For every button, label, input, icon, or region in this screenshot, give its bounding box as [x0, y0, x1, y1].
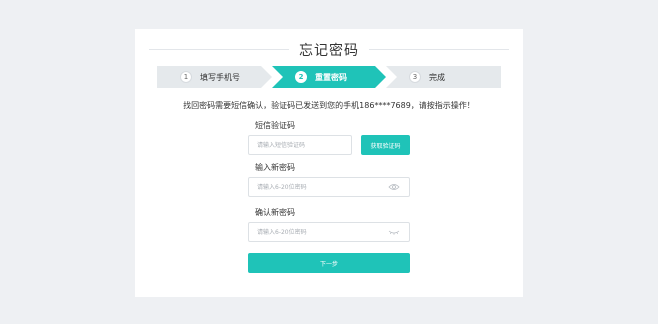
sms-code-input[interactable] [248, 135, 352, 155]
eye-closed-icon[interactable] [388, 228, 400, 236]
step-1-label: 填写手机号 [200, 72, 240, 82]
sms-code-label: 短信验证码 [255, 121, 295, 130]
step-2: 2 重置密码 [272, 66, 386, 88]
step-3: 3 完成 [386, 66, 501, 88]
step-1-number: 1 [180, 71, 192, 83]
confirm-password-input[interactable] [248, 222, 410, 242]
confirm-password-label: 确认新密码 [255, 208, 295, 217]
new-password-label: 输入新密码 [255, 163, 295, 172]
eye-icon[interactable] [388, 183, 400, 191]
reset-password-card: 忘记密码 1 填写手机号 2 重置密码 3 完成 找回密码需要短信确认，验证码已… [135, 29, 523, 297]
new-password-input[interactable] [248, 177, 410, 197]
get-code-button[interactable]: 获取验证码 [361, 135, 410, 155]
step-3-number: 3 [409, 71, 421, 83]
step-progress: 1 填写手机号 2 重置密码 3 完成 [157, 66, 501, 88]
page-title: 忘记密码 [299, 43, 359, 59]
step-1: 1 填写手机号 [157, 66, 272, 88]
sms-notice: 找回密码需要短信确认，验证码已发送到您的手机186****7689，请按指示操作… [183, 101, 475, 110]
step-2-label: 重置密码 [315, 72, 347, 82]
step-3-label: 完成 [429, 72, 445, 82]
step-2-number: 2 [295, 71, 307, 83]
next-step-button[interactable]: 下一步 [248, 253, 410, 273]
